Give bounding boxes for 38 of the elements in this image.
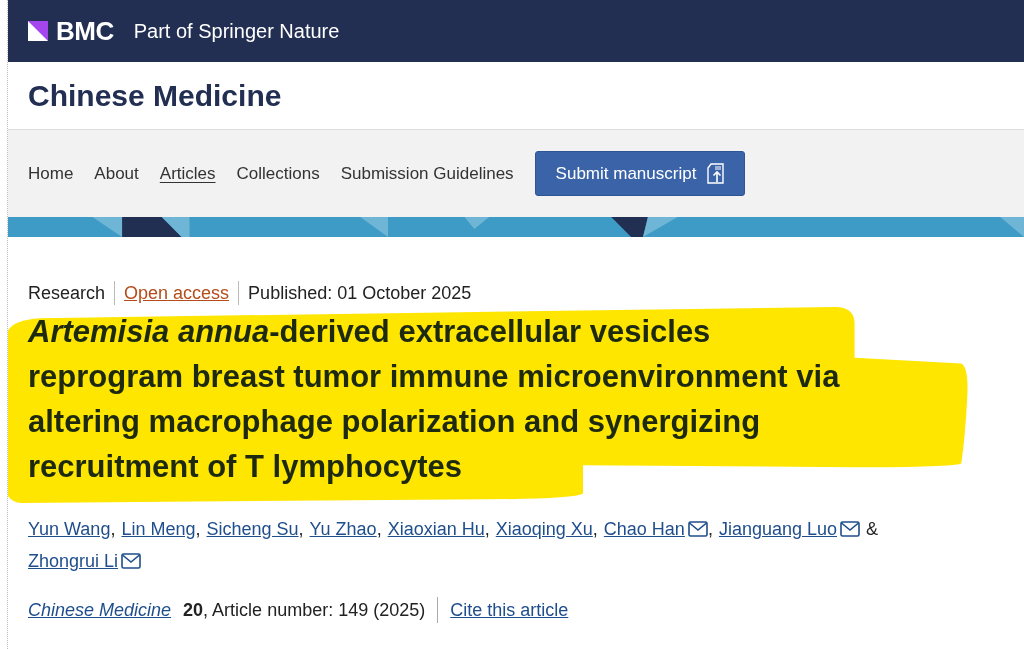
nav-link[interactable]: Articles [159, 163, 216, 184]
upload-icon [706, 162, 727, 185]
submit-button[interactable]: Submit manuscript [534, 151, 746, 196]
author-separator: , [707, 518, 713, 541]
open-access-link[interactable]: Open access [115, 281, 240, 305]
nav-link[interactable]: About [94, 163, 139, 184]
author-link[interactable]: Xiaoxian Hu [387, 513, 485, 545]
email-icon[interactable] [687, 521, 708, 537]
brand-name[interactable]: BMC [56, 15, 114, 47]
author-separator: , [110, 518, 116, 541]
nav-link[interactable]: Home [28, 163, 74, 184]
cite-link[interactable]: Cite this article [450, 599, 569, 621]
logo-icon[interactable] [28, 21, 48, 41]
author-separator: , [592, 518, 598, 541]
author-separator: , [195, 518, 201, 541]
author-link[interactable]: Lin Meng [121, 513, 196, 545]
journal-link[interactable]: Chinese Medicine [28, 599, 172, 621]
author-separator: & [866, 518, 879, 541]
author-link[interactable]: Yun Wang [28, 513, 111, 545]
nav-link[interactable]: Submission Guidelines [340, 163, 514, 184]
email-icon[interactable] [840, 521, 860, 537]
journal-title[interactable]: Chinese Medicine [28, 78, 282, 113]
author-link[interactable]: Zhongrui Li [28, 545, 119, 577]
author-link[interactable]: Chao Han [603, 513, 685, 545]
author-link[interactable]: Yu Zhao [309, 513, 377, 545]
author-link[interactable]: Xiaoqing Xu [495, 513, 593, 545]
citation-info: 20, Article number: 149 (2025) [183, 597, 439, 623]
brand-tagline: Part of Springer Nature [133, 19, 340, 43]
author-link[interactable]: Jianguang Luo [718, 513, 837, 545]
author-separator: , [298, 518, 304, 541]
author-separator: , [484, 518, 490, 541]
article-type: Research [28, 281, 116, 305]
author-separator: , [376, 518, 382, 541]
article-title: Artemisia annua-derived extracellular vesicles reprogram breast tumor immune microenvironment via altering macrophage polarization and synergizing recruitment of T lymphocytes [28, 313, 841, 486]
published-date: Published: 01 October 2025 [247, 282, 473, 305]
author-link[interactable]: Sicheng Su [206, 513, 299, 545]
email-icon[interactable] [121, 553, 142, 569]
nav-link[interactable]: Collections [236, 163, 320, 184]
